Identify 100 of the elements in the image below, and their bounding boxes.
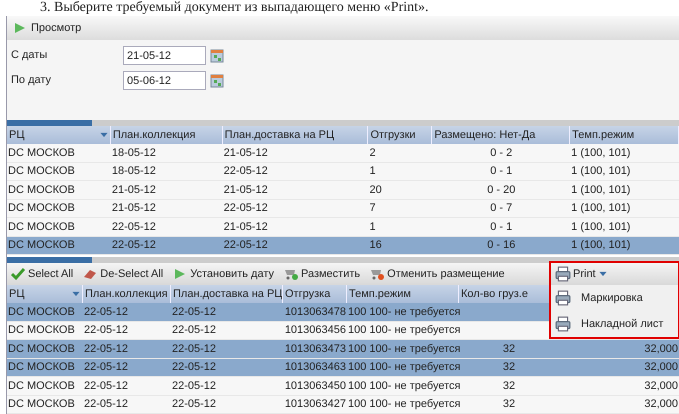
table-cell-text: 1013063427 xyxy=(284,397,347,412)
table-row[interactable]: DC МОСКОВ 18-05-12 22-05-12 1 0 - 1 1 (100, 101) xyxy=(7,162,679,181)
printer-icon xyxy=(555,266,571,282)
table-row[interactable]: DC МОСКОВ 22-05-12 22-05-12 1013063427 100 100- не требуется 32 32,000 xyxy=(7,396,679,414)
column-header[interactable]: Кол-во груз.е xyxy=(461,286,528,302)
column-header[interactable]: План.коллекция xyxy=(85,286,168,302)
table-cell-text: 1013063463 xyxy=(284,360,347,375)
table-cell-text: 22-05-12 xyxy=(222,238,269,253)
table-cell-text: 100 100- не требуется xyxy=(347,323,459,338)
table-cell-text: 32 xyxy=(502,360,516,375)
table-cell-text: DC МОСКОВ xyxy=(7,378,76,394)
toolbar-button[interactable]: De-Select All xyxy=(83,266,164,282)
table-cell-text: 22-05-12 xyxy=(83,397,130,412)
table-cell-text: 1 (100, 101) xyxy=(570,164,632,179)
table-cell-text: 7 xyxy=(368,201,377,216)
table-cell-text: 22-05-12 xyxy=(110,238,157,253)
table-cell-text: 22-05-12 xyxy=(171,378,218,394)
table-cell-text: 21-05-12 xyxy=(222,220,269,234)
table-cell-text: 1 (100, 101) xyxy=(570,201,632,216)
column-header[interactable]: Отгрузки xyxy=(370,126,416,144)
table-cell-text: 22-05-12 xyxy=(171,397,218,412)
table-cell-text: DC МОСКОВ xyxy=(7,342,76,356)
table-cell-text: DC МОСКОВ xyxy=(7,360,76,375)
table-cell-text: 1013063450 xyxy=(284,378,347,394)
column-header[interactable]: План.доставка на РЦ xyxy=(173,286,282,302)
splitter-handle[interactable] xyxy=(7,257,679,263)
table-cell-text: 1013063473 xyxy=(284,342,347,356)
table-row[interactable]: DC МОСКОВ 22-05-12 22-05-12 1013063463 100 100- не требуется 32 32,000 xyxy=(7,358,679,377)
table-cell-text: 32 xyxy=(502,378,516,394)
print-button[interactable]: Print xyxy=(551,263,678,285)
table-cell-text: DC МОСКОВ xyxy=(7,397,76,412)
column-header[interactable]: Размещено: Нет-Да xyxy=(434,126,536,144)
toolbar-button[interactable]: Select All xyxy=(11,266,74,282)
printer-icon xyxy=(555,290,571,306)
table-cell-text: 1013063456 xyxy=(284,323,347,338)
column-header[interactable]: План.коллекция xyxy=(112,126,196,144)
date-field[interactable]: 05-06-12 xyxy=(123,71,206,90)
table-cell-text: 32 xyxy=(502,397,516,412)
table-row[interactable]: DC МОСКОВ 21-05-12 22-05-12 7 0 - 7 1 (100, 101) xyxy=(7,200,679,218)
table-cell-text: 22-05-12 xyxy=(171,360,218,375)
table-cell-text: 21-05-12 xyxy=(222,146,269,160)
calendar-icon[interactable] xyxy=(210,48,224,62)
sort-arrow-icon xyxy=(71,289,81,299)
table-row[interactable]: DC МОСКОВ 22-05-12 21-05-12 1 0 - 1 1 (100, 101) xyxy=(7,218,679,236)
table-cell-text: 0 - 1 xyxy=(489,220,514,234)
date-field[interactable]: 21-05-12 xyxy=(123,46,206,65)
table-cell-text: 21-05-12 xyxy=(110,201,157,216)
table-cell-text: 1 (100, 101) xyxy=(570,220,632,234)
table-cell-text: 1013063478 xyxy=(284,304,347,320)
table-cell-text: 100 100- не требуется xyxy=(347,397,459,412)
table-cell-text: DC МОСКОВ xyxy=(7,182,76,198)
table-row[interactable]: DC МОСКОВ 22-05-12 22-05-12 1013063450 100 100- не требуется 32 32,000 xyxy=(7,377,679,396)
column-header[interactable]: Темп.режим xyxy=(349,286,411,302)
toolbar-button[interactable]: Отменить размещение xyxy=(370,266,505,282)
calendar-icon[interactable] xyxy=(210,74,224,88)
table-cell-text: 32,000 xyxy=(643,378,679,394)
table-cell-text: 22-05-12 xyxy=(83,304,130,320)
table-cell-text: 100 100- не требуется xyxy=(347,304,459,320)
table-cell-text: 22-05-12 xyxy=(222,164,269,179)
table-cell-text: 32,000 xyxy=(643,342,679,356)
column-header[interactable]: РЦ xyxy=(9,126,24,144)
table-cell-text: DC МОСКОВ xyxy=(7,238,76,253)
view-button[interactable]: Просмотр xyxy=(13,20,82,36)
field-label: С даты xyxy=(11,48,48,64)
table-cell-text: 2 xyxy=(368,146,377,160)
table-row[interactable]: DC МОСКОВ 22-05-12 22-05-12 1013063473 100 100- не требуется 32 32,000 xyxy=(7,340,679,358)
play-icon xyxy=(173,267,188,281)
table-cell-text: 20 xyxy=(368,182,383,198)
table-cell-text: 22-05-12 xyxy=(222,201,269,216)
column-header[interactable]: План.доставка на РЦ xyxy=(224,126,334,144)
table-cell-text: 22-05-12 xyxy=(83,342,130,356)
eraser-icon xyxy=(83,267,98,281)
toolbar-button[interactable]: Установить дату xyxy=(173,266,274,282)
table-cell-text: 1 (100, 101) xyxy=(570,182,632,198)
caret-icon xyxy=(598,269,608,279)
table-cell-text: DC МОСКОВ xyxy=(7,323,76,338)
table-cell-text: 22-05-12 xyxy=(83,360,130,375)
column-header[interactable]: РЦ xyxy=(9,286,24,302)
toolbar-button[interactable]: Разместить xyxy=(284,266,360,282)
table-cell-text: DC МОСКОВ xyxy=(7,146,76,160)
table-cell-text: 32,000 xyxy=(643,397,679,412)
table-cell-text: 100 100- не требуется xyxy=(347,360,459,375)
cart-icon xyxy=(370,267,384,281)
splitter-handle[interactable] xyxy=(7,120,679,126)
table-row[interactable]: DC МОСКОВ 21-05-12 21-05-12 20 0 - 20 1 (100, 101) xyxy=(7,181,679,200)
table-cell-text: 1 (100, 101) xyxy=(570,146,632,160)
table-cell-text: 18-05-12 xyxy=(110,164,157,179)
column-header[interactable]: Темп.режим xyxy=(572,126,634,144)
table-cell-text: 32,000 xyxy=(643,360,679,375)
table-cell-text: 18-05-12 xyxy=(110,146,157,160)
table-row[interactable]: DC МОСКОВ 18-05-12 21-05-12 2 0 - 2 1 (100, 101) xyxy=(7,144,679,162)
table-cell-text: 21-05-12 xyxy=(222,182,269,198)
table-cell-text: DC МОСКОВ xyxy=(7,220,76,234)
table-cell-text: DC МОСКОВ xyxy=(7,201,76,216)
check-icon xyxy=(11,267,25,281)
table-row[interactable]: DC МОСКОВ 22-05-12 22-05-12 16 0 - 16 1 (100, 101) xyxy=(7,236,679,255)
table-cell-text: 22-05-12 xyxy=(83,323,130,338)
column-header[interactable]: Отгрузка xyxy=(285,286,330,302)
table-cell-text: 100 100- не требуется xyxy=(347,342,459,356)
table-cell-text: 0 - 16 xyxy=(486,238,516,253)
